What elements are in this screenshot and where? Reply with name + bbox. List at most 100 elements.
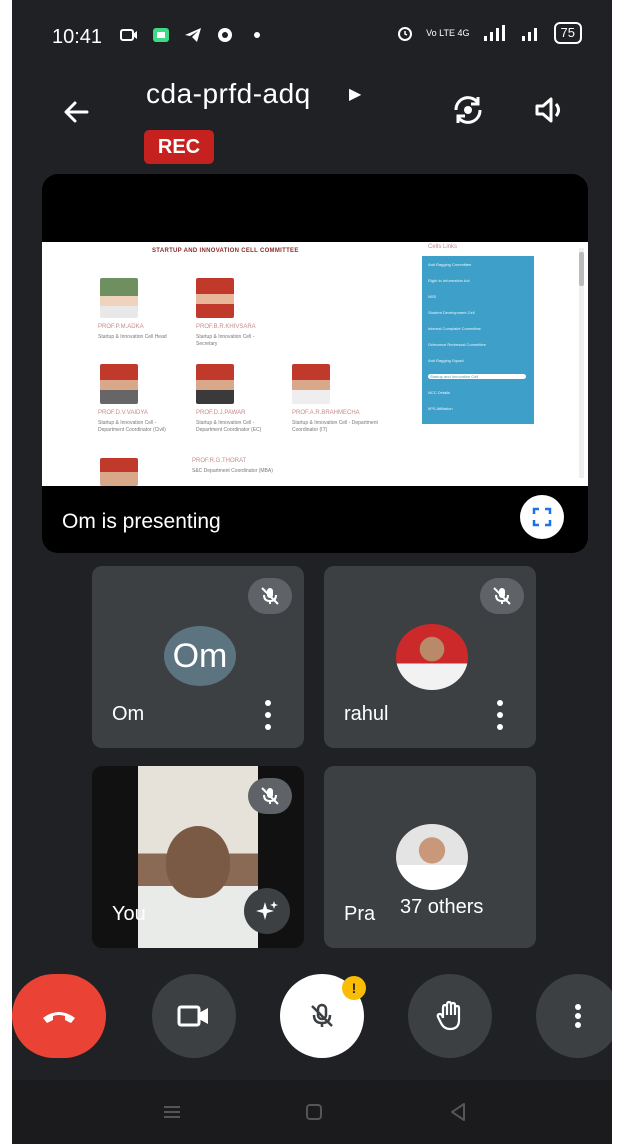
menu-item: Student Development Cell (428, 310, 475, 315)
mic-off-icon (261, 587, 279, 605)
menu-item-selected: Startup and Innovation Cell (428, 374, 526, 379)
dot (497, 724, 503, 730)
audio-output-button[interactable] (528, 88, 572, 132)
fullscreen-button[interactable] (520, 495, 564, 539)
meet-screen: 10:41 Vo LTE 4G 75 cda-prfd-adq ▶ REC ST… (12, 0, 612, 1144)
participant-name: Pra (344, 903, 376, 925)
alarm-icon (398, 27, 413, 41)
phone-hangup-icon (43, 1012, 75, 1023)
person-photo (196, 278, 234, 318)
menu-item: Anti Ragging Committee (428, 262, 472, 267)
fullscreen-icon (532, 507, 552, 527)
menu-item: IIPS Affiliation (428, 406, 453, 411)
mic-off-icon (493, 587, 511, 605)
menu-item: Anti Ragging Squad (428, 358, 464, 363)
switch-camera-button[interactable] (446, 88, 490, 132)
arrow-left-icon (64, 101, 89, 123)
person-photo (196, 364, 234, 404)
mic-off-icon (261, 787, 279, 805)
more-vert-icon (575, 1004, 581, 1028)
participant-name: rahul (344, 703, 389, 725)
others-count[interactable]: 37 others (396, 894, 488, 921)
status-time: 10:41 (52, 26, 103, 48)
person-name: PROF.D.V.VAIDYA (98, 410, 148, 416)
menu-item: Internal Complaint Committee (428, 326, 481, 331)
person-name: PROF.B.R.KHIVSARA (196, 324, 256, 330)
notification-badge: ! (342, 976, 366, 1000)
person-photo (100, 458, 138, 486)
menu-item: NSS (428, 294, 437, 299)
mic-off-icon (311, 1003, 333, 1027)
back-button[interactable] (56, 92, 96, 132)
meeting-info-chevron-icon[interactable]: ▶ (349, 84, 361, 104)
system-nav-bar (12, 1080, 612, 1144)
muted-badge (248, 778, 292, 814)
dot-icon (254, 32, 260, 38)
slide-title: STARTUP AND INNOVATION CELL COMMITTEE (152, 248, 299, 254)
more-options-button[interactable] (494, 700, 506, 730)
person-role: Startup & Innovation Cell - Department C… (98, 420, 166, 433)
person-photo (292, 364, 330, 404)
person-role: Startup & Innovation Cell - Department C… (196, 420, 262, 433)
participant-name: Om (112, 703, 145, 725)
end-call-button[interactable] (12, 974, 106, 1058)
chrome-icon (218, 28, 232, 42)
person-name: PROF.R.G.THORAT (192, 458, 247, 464)
presentation-card[interactable]: STARTUP AND INNOVATION CELL COMMITTEE PR… (42, 174, 588, 553)
network-label: Vo LTE 4G (426, 28, 470, 38)
sparkle-icon (256, 901, 278, 920)
right-border (612, 0, 620, 1144)
person-photo (100, 364, 138, 404)
dot (265, 724, 271, 730)
dot (265, 712, 271, 718)
person-role: Startup & Innovation Cell - Secretary (196, 334, 255, 347)
screen-record-icon (120, 29, 137, 41)
slide-scroll-thumb (579, 252, 584, 286)
signal-icon-2 (521, 28, 537, 41)
participant-tile-others[interactable]: Pra 37 others (324, 766, 536, 948)
speaker-icon (535, 97, 560, 123)
recents-icon[interactable] (162, 1102, 182, 1122)
video-camera-icon (177, 1005, 208, 1027)
avatar (396, 824, 468, 890)
shared-slide: STARTUP AND INNOVATION CELL COMMITTEE PR… (42, 242, 588, 486)
recording-badge: REC (144, 130, 214, 164)
meet-app-icon (153, 28, 169, 42)
raise-hand-button[interactable] (408, 974, 492, 1058)
switch-camera-icon (454, 96, 482, 124)
dot (497, 700, 503, 706)
camera-toggle-button[interactable] (152, 974, 236, 1058)
participant-tile-rahul[interactable]: rahul (324, 566, 536, 748)
participant-name: You (112, 903, 146, 925)
meeting-code[interactable]: cda-prfd-adq (146, 78, 311, 110)
signal-icon (483, 25, 505, 41)
effects-button[interactable] (244, 888, 290, 934)
muted-badge (248, 578, 292, 614)
status-icons-left (120, 26, 266, 44)
person-role: Startup & Innovation Cell - Department C… (292, 420, 378, 433)
telegram-icon (185, 28, 201, 42)
person-name: PROF.D.J.PAWAR (196, 410, 246, 416)
participant-tile-self[interactable]: You (92, 766, 304, 948)
dot (497, 712, 503, 718)
left-border (0, 0, 12, 1144)
menu-item: Grievance Redressal Committee (428, 342, 486, 347)
more-options-button[interactable] (262, 700, 274, 730)
person-name: PROF.A.R.BRAHMECHA (292, 410, 360, 416)
status-icons-right: Vo LTE 4G 75 (396, 22, 582, 44)
back-nav-icon[interactable] (448, 1102, 468, 1122)
self-video-face (166, 826, 230, 898)
person-role: Startup & Innovation Cell Head (98, 334, 167, 340)
hand-icon (436, 1000, 461, 1031)
person-name: PROF.P.M.ADKA (98, 324, 144, 330)
muted-badge (480, 578, 524, 614)
more-options-menu-button[interactable] (536, 974, 612, 1058)
participant-tile-om[interactable]: Om Om (92, 566, 304, 748)
side-menu-title: Cells Links (428, 244, 458, 250)
battery-indicator: 75 (553, 22, 582, 44)
menu-item: Right to Information Act (428, 278, 470, 283)
person-role: S&C Department Coordinator (MBA) (192, 468, 273, 474)
avatar: Om (164, 626, 236, 686)
dot (265, 700, 271, 706)
home-icon[interactable] (304, 1102, 324, 1122)
